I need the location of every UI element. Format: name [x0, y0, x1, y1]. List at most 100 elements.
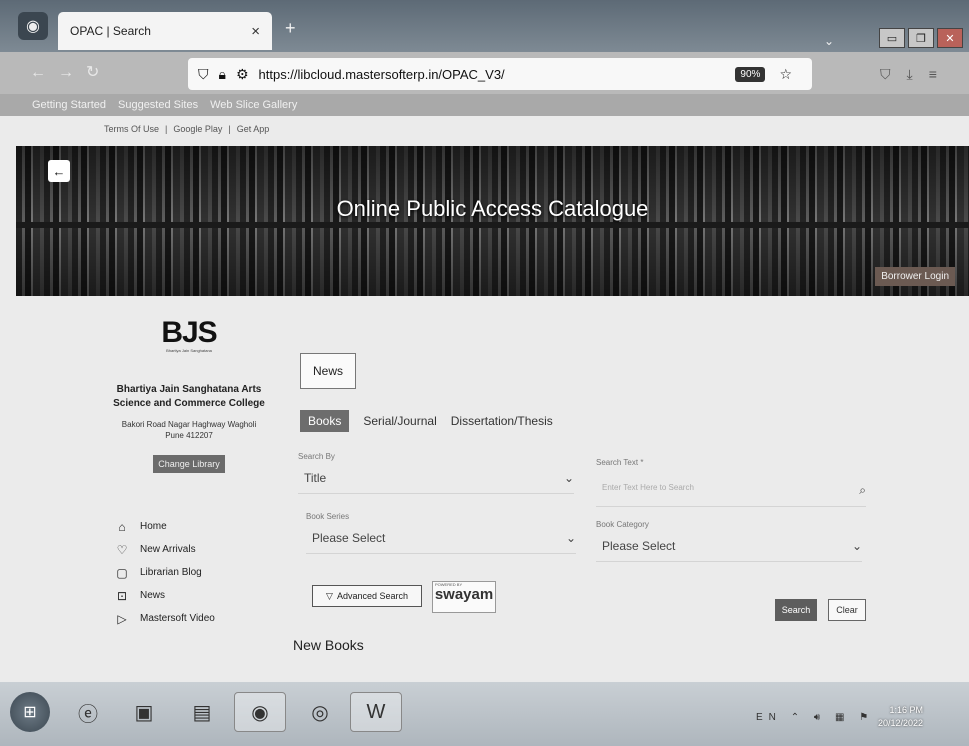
list-tabs-icon[interactable]: ⌄: [824, 34, 834, 48]
clock-date: 20/12/2022: [878, 717, 924, 728]
restore-icon[interactable]: ❐: [908, 28, 934, 48]
new-tab-icon[interactable]: +: [285, 18, 296, 39]
lock-icon[interactable]: 🔒︎: [219, 66, 226, 83]
sidebar-item-librarian-blog[interactable]: ▢ Librarian Blog: [116, 561, 278, 584]
start-button-icon[interactable]: ⊞: [10, 692, 50, 732]
chevron-down-icon: ⌄: [563, 471, 574, 485]
book-series-field: Book Series Please Select ⌄: [306, 512, 576, 554]
book-category-value: Please Select: [602, 539, 676, 553]
address-line1: Bakori Road Nagar Haghway Wagholi: [121, 420, 257, 429]
menu-icon[interactable]: ≡: [929, 66, 953, 82]
firefox-taskbar-icon[interactable]: ◉: [234, 692, 286, 732]
close-window-icon[interactable]: ✕: [937, 28, 963, 48]
file-explorer-icon[interactable]: ▣: [118, 692, 170, 732]
borrower-login-button[interactable]: Borrower Login: [875, 267, 955, 286]
system-tray: EN ⌃ 🔊︎ ▦ ⚑: [756, 712, 874, 723]
google-play-link[interactable]: Google Play: [173, 124, 222, 134]
search-by-select[interactable]: Title ⌄: [298, 471, 574, 494]
pocket-icon[interactable]: ⛉: [880, 66, 907, 82]
college-name: Bhartiya Jain Sanghatana Arts Science an…: [100, 383, 278, 411]
bookmark-getting-started[interactable]: Getting Started: [32, 99, 106, 111]
network-icon[interactable]: ▦: [835, 712, 850, 723]
shelf-divider: [16, 222, 969, 228]
back-arrow-icon[interactable]: ←: [48, 160, 70, 182]
home-icon: ⌂: [118, 519, 126, 534]
sidebar-item-label: Librarian Blog: [140, 567, 202, 579]
tab-title: OPAC | Search: [70, 24, 151, 38]
media-player-icon[interactable]: ▤: [176, 692, 228, 732]
bookmark-web-slice-gallery[interactable]: Web Slice Gallery: [210, 99, 297, 111]
college-address: Bakori Road Nagar Haghway Wagholi Pune 4…: [100, 419, 278, 441]
permissions-icon[interactable]: ⚙: [236, 66, 249, 83]
bookmark-suggested-sites[interactable]: Suggested Sites: [118, 99, 198, 111]
tab-books[interactable]: Books: [300, 410, 350, 432]
page-title: Online Public Access Catalogue: [336, 196, 649, 221]
toolbar-icons: ⛉⤓≡: [880, 66, 953, 83]
bookmark-star-icon[interactable]: ☆: [779, 66, 792, 83]
sidebar-item-new-arrivals[interactable]: ♡ New Arrivals: [116, 538, 278, 561]
book-series-label: Book Series: [306, 512, 350, 521]
tray-arrow-icon[interactable]: ⌃: [791, 712, 805, 723]
book-series-value: Please Select: [312, 531, 386, 545]
terms-link[interactable]: Terms Of Use: [104, 124, 159, 134]
advanced-search-label: Advanced Search: [336, 591, 408, 601]
url-bar[interactable]: ⛉ 🔒︎ ⚙ https://libcloud.mastersofterp.in…: [188, 58, 812, 90]
tab-serial-journal[interactable]: Serial/Journal: [363, 414, 436, 428]
search-text-placeholder: Enter Text Here to Search: [602, 483, 694, 492]
book-category-field: Book Category Please Select ⌄: [596, 520, 862, 562]
internet-explorer-icon[interactable]: ⓔ: [62, 692, 114, 732]
sidebar-item-home[interactable]: ⌂ Home: [116, 515, 278, 538]
system-clock[interactable]: 1:16 PM 20/12/2022: [878, 704, 923, 729]
chrome-taskbar-icon[interactable]: ◎: [294, 692, 346, 732]
sidebar-item-label: Mastersoft Video: [140, 613, 215, 625]
sidebar-item-mastersoft-video[interactable]: ▷ Mastersoft Video: [116, 607, 278, 630]
flag-icon[interactable]: ⚑: [859, 712, 874, 723]
change-library-button[interactable]: Change Library: [153, 455, 225, 474]
tab-dissertation-thesis[interactable]: Dissertation/Thesis: [451, 414, 553, 428]
word-taskbar-icon[interactable]: W: [350, 692, 402, 732]
browser-tab[interactable]: OPAC | Search ×: [58, 12, 272, 50]
zoom-badge[interactable]: 90%: [735, 66, 766, 82]
sidebar-item-label: New Arrivals: [140, 544, 196, 556]
sidebar: BJS Bhartiya Jain Sanghatana Bhartiya Ja…: [100, 316, 278, 630]
diamond-icon: ♡: [116, 542, 128, 557]
advanced-search-button[interactable]: ▽ Advanced Search: [312, 585, 422, 607]
reload-icon[interactable]: ↻: [86, 64, 111, 81]
sidebar-item-label: Home: [140, 521, 167, 533]
college-name-line2: Science and Commerce College: [113, 398, 265, 409]
top-links: Terms Of Use | Google Play | Get App: [104, 124, 269, 134]
url-text[interactable]: https://libcloud.mastersofterp.in/OPAC_V…: [259, 67, 736, 82]
forward-icon[interactable]: →: [58, 64, 86, 81]
navigation-bar: ←→↻ ⛉ 🔒︎ ⚙ https://libcloud.mastersofter…: [0, 52, 969, 94]
swayam-text: swayam: [434, 586, 494, 603]
college-name-line1: Bhartiya Jain Sanghatana Arts: [116, 384, 262, 395]
swayam-logo[interactable]: POWERED BY swayam: [432, 581, 496, 613]
search-button[interactable]: Search: [775, 599, 817, 621]
browser-tab-bar: ◉ OPAC | Search × + ⌄ ▭ ❐ ✕: [0, 0, 969, 52]
volume-icon[interactable]: 🔊︎: [814, 712, 826, 723]
close-tab-icon[interactable]: ×: [251, 23, 260, 40]
download-icon[interactable]: ⤓: [907, 66, 929, 82]
sidebar-item-label: News: [140, 590, 166, 602]
address-line2: Pune 412207: [165, 431, 213, 441]
news-button[interactable]: News: [300, 353, 356, 389]
shield-icon[interactable]: ⛉: [198, 66, 209, 83]
blog-icon: ▢: [116, 565, 128, 580]
clear-button[interactable]: Clear: [828, 599, 866, 621]
back-icon[interactable]: ←: [30, 64, 58, 81]
new-books-heading: New Books: [293, 637, 364, 653]
get-app-link[interactable]: Get App: [237, 124, 270, 134]
news-icon: ⊡: [116, 588, 128, 603]
sidebar-item-news[interactable]: ⊡ News: [116, 584, 278, 607]
search-text-input[interactable]: Enter Text Here to Search ⌕: [596, 483, 866, 507]
search-by-label: Search By: [298, 452, 335, 461]
book-category-select[interactable]: Please Select ⌄: [596, 539, 862, 562]
window-controls: ▭ ❐ ✕: [879, 28, 963, 48]
logo-subtitle: Bhartiya Jain Sanghatana: [166, 348, 212, 353]
firefox-menu-icon[interactable]: ◉: [18, 12, 48, 40]
book-category-label: Book Category: [596, 520, 649, 529]
language-indicator[interactable]: EN: [756, 712, 782, 723]
search-icon[interactable]: ⌕: [859, 483, 866, 498]
minimize-icon[interactable]: ▭: [879, 28, 905, 48]
book-series-select[interactable]: Please Select ⌄: [306, 531, 576, 554]
